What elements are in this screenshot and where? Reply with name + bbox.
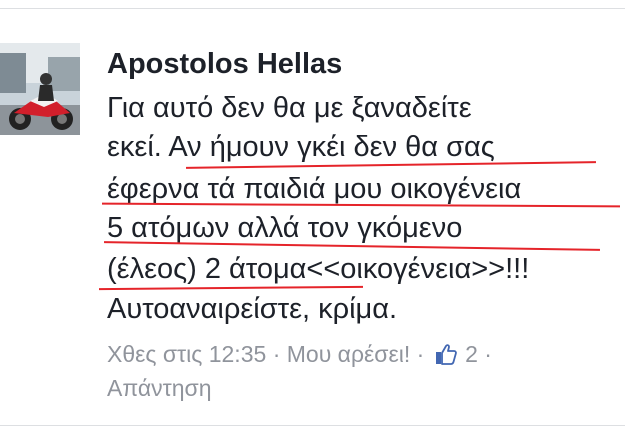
comment-line-2: εκεί. Αν ήμουν γκέι δεν θα σας (107, 131, 495, 163)
comment: Apostolos Hellas Για αυτό δεν θα με ξανα… (0, 0, 625, 435)
comment-line-5: (έλεος) 2 άτομα<<οικογένεια>>!!! (107, 253, 530, 285)
bottom-divider (0, 425, 625, 426)
avatar[interactable] (0, 43, 80, 135)
like-count[interactable]: 2 (465, 341, 478, 367)
comment-line-1: Για αυτό δεν θα με ξαναδείτε (107, 92, 472, 124)
comment-line-4: 5 ατόμων αλλά τον γκόμενο (107, 212, 463, 244)
comment-meta-line-2: Απάντηση (107, 374, 212, 402)
author-name[interactable]: Apostolos Hellas (107, 47, 342, 81)
meta-separator: · (272, 341, 281, 367)
like-button[interactable]: Μου αρέσει! (287, 341, 411, 367)
meta-separator: · (416, 341, 425, 367)
comment-line-6: Αυτοαναιρείστε, κρίμα. (107, 293, 398, 325)
comment-line-3: έφερνα τά παιδιά μου οικογένεια (107, 173, 522, 205)
timestamp[interactable]: Χθες στις 12:35 (107, 341, 266, 367)
comment-meta: Χθες στις 12:35 · Μου αρέσει! · 2 · (107, 340, 492, 368)
avatar-photo (0, 43, 80, 135)
red-underline-4 (98, 285, 364, 291)
thumbs-up-icon[interactable] (435, 343, 457, 365)
meta-separator: · (484, 341, 492, 367)
reply-button[interactable]: Απάντηση (107, 375, 212, 401)
